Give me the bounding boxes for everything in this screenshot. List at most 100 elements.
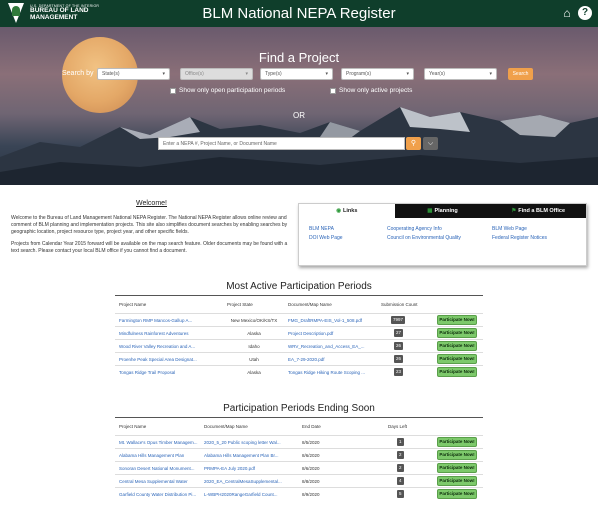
- document-link[interactable]: 2020_EA_CentralMesaSupplemental...: [204, 479, 294, 484]
- active-projects-checkbox[interactable]: Show only active projects: [330, 87, 412, 94]
- ending-soon-title: Participation Periods Ending Soon: [223, 403, 375, 414]
- most-active-title: Most Active Participation Periods: [226, 281, 372, 292]
- type-select[interactable]: Type(s) ▾: [260, 68, 333, 80]
- year-select[interactable]: Year(s) ▾: [424, 68, 497, 80]
- program-select[interactable]: Program(s) ▾: [341, 68, 414, 80]
- col-document-name: Document/Map Name: [204, 424, 248, 429]
- active-projects-label: Show only active projects: [339, 87, 413, 94]
- participate-now-button[interactable]: Participate Now!: [437, 450, 477, 460]
- project-link[interactable]: Tongas Ridge Trail Proposal: [119, 370, 219, 375]
- document-link[interactable]: 2020_5_20 Public scoping letter Wal...: [204, 440, 294, 445]
- end-date: 8/5/2020: [302, 440, 320, 445]
- top-header: U.S. DEPARTMENT OF THE INTERIOR BUREAU O…: [0, 0, 598, 27]
- participate-now-button[interactable]: Participate Now!: [437, 476, 477, 486]
- table-row: Proenhe Peak Special Area Designat... Ut…: [115, 352, 483, 365]
- table-row: Farmington RMP Mancos-Gallup A... New Me…: [115, 313, 483, 326]
- project-link[interactable]: Alabama Hills Management Plan: [119, 453, 201, 458]
- project-link[interactable]: Mindfulness Rainforest Adventures: [119, 331, 219, 336]
- mountain-background: [0, 107, 598, 185]
- document-link[interactable]: Tongas Ridge Hiking Route Scoping ...: [288, 370, 378, 375]
- search-icon[interactable]: ⚲: [406, 137, 421, 150]
- table-row: Sonoran Desert National Monument... PRMP…: [115, 461, 483, 474]
- participate-now-button[interactable]: Participate Now!: [437, 341, 477, 351]
- help-icon[interactable]: ?: [578, 6, 592, 20]
- state-select[interactable]: State(s) ▾: [97, 68, 170, 80]
- hero-search-section: Find a Project Search by State(s) ▾ Offi…: [0, 27, 598, 185]
- project-state: Alaska: [247, 370, 261, 375]
- office-select-value: Office(s): [185, 71, 204, 77]
- project-link[interactable]: Sonoran Desert National Monument...: [119, 466, 201, 471]
- col-project-name: Project Name: [119, 424, 147, 429]
- col-days-left: Days Left: [388, 424, 408, 429]
- open-periods-label: Show only open participation periods: [179, 87, 286, 94]
- project-link[interactable]: Mt. Wallace's Opus Timber Managem...: [119, 440, 201, 445]
- col-end-date: End Date: [302, 424, 321, 429]
- find-project-title: Find a Project: [258, 50, 340, 65]
- participate-now-button[interactable]: Participate Now!: [437, 328, 477, 338]
- document-link[interactable]: PRMPA-EA July 2020.pdf: [204, 466, 294, 471]
- project-link[interactable]: Farmington RMP Mancos-Gallup A...: [119, 318, 219, 323]
- tab-find-office-label: Find a BLM Office: [518, 208, 566, 214]
- project-link[interactable]: Central Mesa Supplemental Water: [119, 479, 201, 484]
- submission-count-badge: 23: [394, 368, 404, 376]
- end-date: 8/8/2020: [302, 479, 320, 484]
- welcome-text: Welcome to the Bureau of Land Management…: [11, 215, 295, 260]
- project-link[interactable]: Wood River Valley Recreation and A...: [119, 344, 219, 349]
- checkbox-box[interactable]: [330, 87, 336, 94]
- document-link[interactable]: L-WBPH2020RangeGarfield Count...: [204, 492, 294, 497]
- year-select-value: Year(s): [429, 71, 445, 77]
- checkbox-box[interactable]: [170, 87, 176, 94]
- col-document-name: Document/Map Name: [288, 302, 332, 307]
- end-date: 8/9/2020: [302, 492, 320, 497]
- participate-now-button[interactable]: Participate Now!: [437, 354, 477, 364]
- welcome-paragraph-1: Welcome to the Bureau of Land Management…: [11, 215, 288, 235]
- link-ceq[interactable]: Council on Environmental Quality: [387, 235, 461, 241]
- chevron-down-icon[interactable]: ⌵: [423, 137, 438, 150]
- link-doi-web-page[interactable]: DOI Web Page: [309, 235, 343, 241]
- links-grid: BLM NEPA Cooperating Agency Info BLM Web…: [299, 218, 586, 258]
- type-select-value: Type(s): [265, 71, 282, 77]
- document-link[interactable]: Alabama Hills Management Plan Br...: [204, 453, 294, 458]
- days-left-badge: 2: [397, 451, 404, 459]
- open-periods-checkbox[interactable]: Show only open participation periods: [170, 87, 285, 94]
- search-button[interactable]: Search: [508, 68, 533, 80]
- document-link[interactable]: FMG_DraftRMPA-EIS_Vol-1_508.pdf: [288, 318, 378, 323]
- link-federal-register[interactable]: Federal Register Notices: [492, 235, 547, 241]
- keyword-search-input[interactable]: Enter a NEPA #, Project Name, or Documen…: [158, 137, 405, 150]
- participate-now-button[interactable]: Participate Now!: [437, 437, 477, 447]
- tab-links[interactable]: ◉ Links: [299, 204, 395, 218]
- welcome-title: Welcome!: [136, 200, 167, 207]
- participate-now-button[interactable]: Participate Now!: [437, 489, 477, 499]
- site-title: BLM National NEPA Register: [202, 5, 396, 22]
- tab-planning-label: Planning: [434, 208, 458, 214]
- or-divider: OR: [293, 111, 305, 120]
- days-left-badge: 5: [397, 490, 404, 498]
- project-link[interactable]: Proenhe Peak Special Area Designat...: [119, 357, 219, 362]
- participate-now-button[interactable]: Participate Now!: [437, 463, 477, 473]
- submission-count-badge: 7997: [391, 316, 406, 324]
- submission-count-badge: 26: [394, 342, 404, 350]
- globe-icon: ◉: [336, 208, 342, 214]
- table-row: Central Mesa Supplemental Water 2020_EA_…: [115, 474, 483, 487]
- state-select-value: State(s): [102, 71, 120, 77]
- link-blm-nepa[interactable]: BLM NEPA: [309, 226, 334, 232]
- document-link[interactable]: Project Description.pdf: [288, 331, 378, 336]
- days-left-badge: 4: [397, 477, 404, 485]
- tab-planning[interactable]: ▦ Planning: [394, 204, 491, 218]
- document-link[interactable]: WRV_Recreation_and_Access_EA_...: [288, 344, 378, 349]
- col-submission-count: Submission Count: [381, 302, 418, 307]
- tab-links-label: Links: [343, 208, 358, 214]
- link-cooperating-agency[interactable]: Cooperating Agency Info: [387, 226, 442, 232]
- project-link[interactable]: Garfield County Water Distribution Pi...: [119, 492, 201, 497]
- document-link[interactable]: EA_7-29-2020.pdf: [288, 357, 378, 362]
- table-row: Alabama Hills Management Plan Alabama Hi…: [115, 448, 483, 461]
- chevron-down-icon: ▾: [406, 71, 409, 77]
- tab-find-office[interactable]: ⚑ Find a BLM Office: [490, 204, 587, 218]
- link-blm-web-page[interactable]: BLM Web Page: [492, 226, 527, 232]
- participate-now-button[interactable]: Participate Now!: [437, 367, 477, 377]
- links-panel: ◉ Links ▦ Planning ⚑ Find a BLM Office BLM …: [298, 203, 587, 266]
- participate-now-button[interactable]: Participate Now!: [437, 315, 477, 325]
- submission-count-badge: 26: [394, 355, 404, 363]
- home-icon[interactable]: ⌂: [560, 6, 574, 20]
- table-row: Tongas Ridge Trail Proposal Alaska Tonga…: [115, 365, 483, 378]
